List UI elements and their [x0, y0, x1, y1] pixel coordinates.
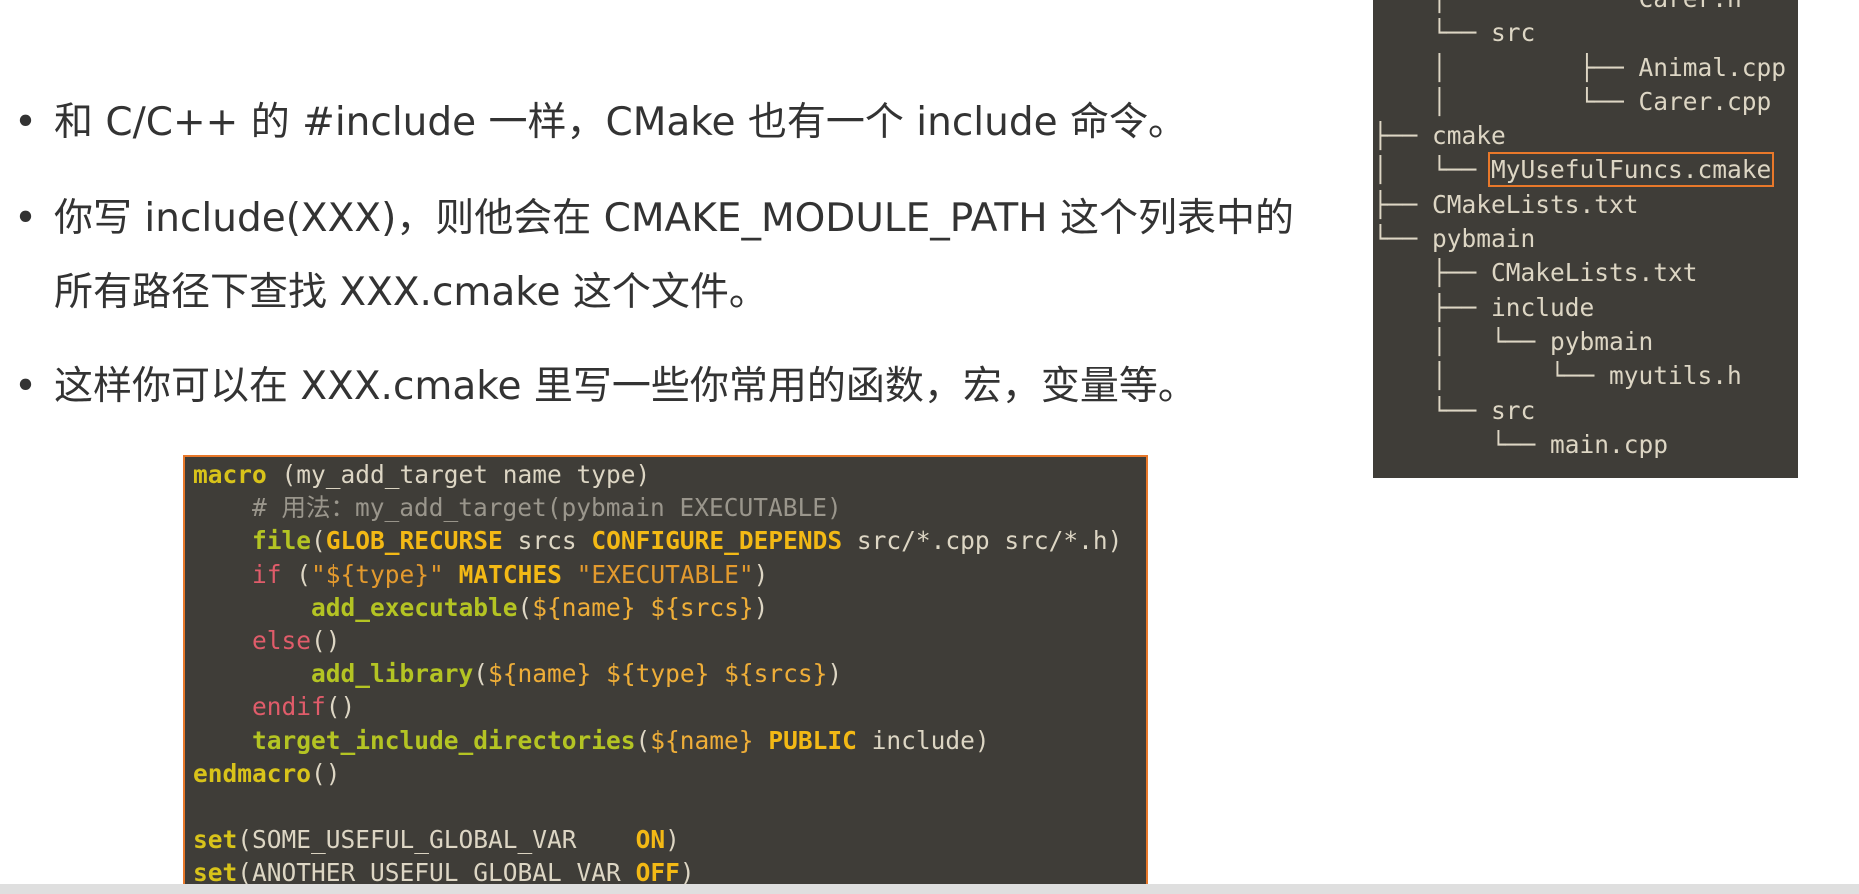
code-token: ${type}: [606, 659, 710, 689]
bullet-text: 这样你可以在 XXX.cmake 里写一些你常用的函数，宏，变量等。: [54, 364, 1197, 409]
code-token: ${name}: [650, 725, 754, 755]
tree-line: └── src: [1373, 18, 1535, 47]
tree-branch: ├──: [1373, 121, 1433, 151]
tree-file-name: Carer.h: [1639, 0, 1742, 13]
code-token: target_include_directories: [252, 725, 636, 755]
code-line: set(SOME_USEFUL_GLOBAL_VAR ON): [193, 825, 680, 855]
code-token: endif: [252, 692, 326, 722]
tree-folder-name: src: [1491, 395, 1536, 425]
code-token: ANOTHER_USEFUL_GLOBAL_VAR: [252, 858, 621, 887]
tree-file-name: CMakeLists.txt: [1491, 258, 1698, 288]
bullet-text: 你写 include(XXX)，则他会在 CMAKE_MODULE_PATH 这…: [54, 196, 1294, 315]
code-line: add_library(${name} ${type} ${srcs}): [311, 659, 843, 689]
tree-folder-name: src: [1491, 18, 1536, 48]
tree-file-name: Animal.cpp: [1638, 52, 1787, 82]
code-token: macro: [193, 460, 267, 489]
code-token: (my_add_target name type): [266, 460, 651, 489]
code-token: srcs: [502, 526, 592, 556]
tree-branch: └──: [1373, 395, 1492, 425]
tree-branch: │ └──: [1373, 326, 1551, 356]
bottom-scrollbar-track[interactable]: [0, 884, 1859, 894]
code-token: add_executable: [311, 592, 518, 622]
code-token: MATCHES: [458, 559, 562, 589]
tree-line: ├── CMakeLists.txt: [1373, 258, 1698, 287]
tree-line: └── src: [1373, 396, 1535, 425]
tree-file-name: CMakeLists.txt: [1432, 189, 1639, 219]
tree-branch: ├──: [1373, 292, 1492, 322]
tree-branch: │ └──: [1373, 0, 1639, 13]
tree-line: └── pybmain: [1373, 224, 1535, 253]
code-token: set: [193, 825, 238, 855]
code-comment: # 用法：my_add_target(pybmain EXECUTABLE): [252, 493, 842, 523]
code-token: src/*.cpp src/*.h): [842, 526, 1123, 556]
code-block: macro (my_add_target name type) # 用法：my_…: [183, 455, 1148, 887]
tree-branch: ├──: [1373, 258, 1492, 288]
code-token: GLOB_RECURSE: [325, 526, 503, 556]
bullet-marker: •: [14, 196, 38, 241]
tree-file-name-highlighted: MyUsefulFuncs.cmake: [1488, 152, 1775, 188]
code-token: ${name}: [488, 659, 592, 689]
tree-line: │ └── myutils.h: [1373, 361, 1742, 390]
tree-file-name: myutils.h: [1609, 361, 1742, 391]
code-token: add_library: [311, 659, 474, 689]
tree-branch: ├──: [1373, 189, 1433, 219]
tree-file-name: Carer.cpp: [1638, 86, 1772, 116]
code-line: file(GLOB_RECURSE srcs CONFIGURE_DEPENDS…: [252, 526, 1123, 556]
bullet-marker: •: [14, 364, 38, 409]
tree-line: │ └── MyUsefulFuncs.cmake: [1373, 152, 1775, 188]
tree-folder-name: pybmain: [1432, 224, 1536, 254]
tree-line: ├── CMakeLists.txt: [1373, 190, 1639, 219]
code-token: OFF: [635, 858, 680, 887]
tree-line: └── main.cpp: [1373, 430, 1668, 459]
code-listing: macro (my_add_target name type) # 用法：my_…: [193, 458, 1123, 887]
tree-branch: │ └──: [1373, 155, 1492, 185]
code-line: if ("${type}" MATCHES "EXECUTABLE"): [252, 559, 769, 589]
code-line: macro (my_add_target name type): [193, 460, 650, 489]
tree-line: │ └── Carer.cpp: [1373, 87, 1771, 116]
code-token: set: [193, 858, 238, 887]
bullet-marker: •: [14, 100, 38, 145]
tree-line: │ ├── Animal.cpp: [1373, 53, 1786, 82]
tree-file-name: main.cpp: [1550, 429, 1669, 459]
code-token: endmacro: [193, 758, 312, 788]
code-token: ${name}: [532, 592, 636, 622]
tree-branch: └──: [1373, 18, 1492, 48]
code-line: else(): [252, 626, 341, 656]
code-token: if: [252, 559, 282, 589]
tree-line: │ └── Carer.h: [1373, 0, 1742, 13]
tree-line: ├── include: [1373, 293, 1594, 322]
tree-line: │ └── pybmain: [1373, 327, 1653, 356]
code-token: ON: [635, 825, 666, 855]
code-token: (: [281, 559, 312, 589]
tree-branch: └──: [1373, 224, 1433, 254]
code-token: "EXECUTABLE": [576, 559, 754, 589]
code-line: # 用法：my_add_target(pybmain EXECUTABLE): [193, 493, 842, 522]
code-token: SOME_USEFUL_GLOBAL_VAR: [252, 825, 577, 855]
tree-folder-name: include: [1491, 292, 1595, 322]
tree-branch: │ └──: [1373, 86, 1639, 116]
code-line: endif(): [252, 692, 356, 722]
tree-folder-name: pybmain: [1550, 326, 1654, 356]
code-line: add_executable(${name} ${srcs}): [311, 592, 769, 622]
directory-tree-panel: │ └── Carer.h └── src │ ├── Animal.cpp │…: [1373, 0, 1798, 478]
tree-branch: │ ├──: [1373, 52, 1639, 82]
code-token: include): [856, 725, 990, 755]
code-line: target_include_directories(${name} PUBLI…: [252, 725, 990, 755]
code-line: endmacro(): [193, 758, 341, 788]
code-token: CONFIGURE_DEPENDS: [591, 526, 843, 556]
code-line: set(ANOTHER_USEFUL_GLOBAL_VAR OFF): [193, 858, 695, 887]
tree-line: ├── cmake: [1373, 121, 1506, 150]
code-token: ${srcs}: [650, 592, 754, 622]
tree-branch: └──: [1373, 429, 1551, 459]
code-token: PUBLIC: [768, 725, 857, 755]
code-token: "${type}": [311, 559, 444, 589]
code-token: ${srcs}: [724, 659, 828, 689]
code-token: else: [252, 626, 312, 656]
tree-folder-name: cmake: [1432, 121, 1506, 151]
code-token: file: [252, 526, 312, 556]
tree-branch: │ └──: [1373, 361, 1610, 391]
directory-tree: │ └── Carer.h └── src │ ├── Animal.cpp │…: [1373, 0, 1786, 462]
bullet-text: 和 C/C++ 的 #include 一样，CMake 也有一个 include…: [54, 100, 1187, 145]
